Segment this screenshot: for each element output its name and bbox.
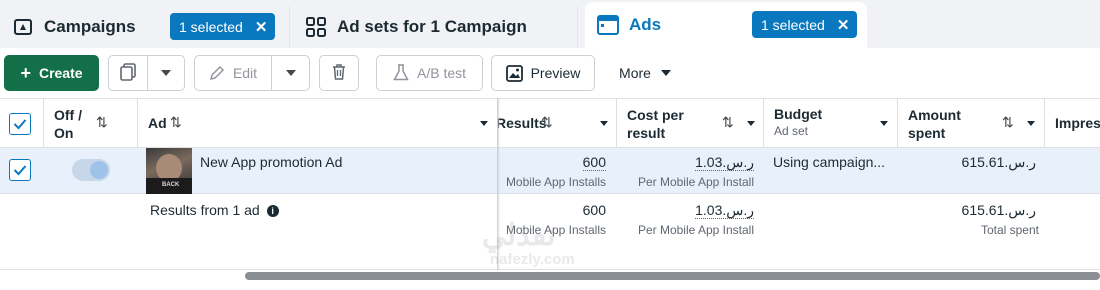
image-icon <box>505 64 523 82</box>
campaigns-selected-badge[interactable]: 1 selected ✕ <box>170 13 276 40</box>
summary-amount-label: Total spent <box>980 223 1039 237</box>
flask-icon <box>393 64 409 82</box>
watermark-arabic: نفذلي <box>482 219 556 252</box>
duplicate-dropdown-button[interactable] <box>147 55 185 91</box>
results-value: 600 <box>582 154 606 171</box>
edit-dropdown-button[interactable] <box>271 55 310 91</box>
sort-icon[interactable]: ⇅ <box>96 114 108 131</box>
edit-button[interactable]: Edit <box>194 55 272 91</box>
chevron-down-icon <box>161 70 171 76</box>
tab-adsets[interactable]: Ad sets for 1 Campaign <box>293 6 578 48</box>
cost-per-result-column-header[interactable]: Cost per result ⇅ <box>617 99 764 148</box>
horizontal-scrollbar[interactable] <box>245 272 1100 280</box>
tab-campaigns[interactable]: Campaigns 1 selected ✕ <box>0 6 290 48</box>
ad-window-icon <box>597 14 619 36</box>
budget-value: Using campaign... <box>773 154 886 170</box>
campaigns-selected-text: 1 selected <box>179 18 243 35</box>
ab-test-button[interactable]: A/B test <box>376 55 483 91</box>
duplicate-icon <box>119 62 137 84</box>
chevron-down-icon <box>285 70 296 76</box>
tab-ads-label: Ads <box>629 15 662 34</box>
clear-ads-selection-icon[interactable]: ✕ <box>837 16 850 34</box>
pencil-icon <box>209 65 225 81</box>
toolbar: + Create Edit A/B test Preview More <box>0 48 1100 98</box>
plus-icon: + <box>20 62 31 83</box>
ad-thumbnail[interactable]: BACK <box>146 148 192 194</box>
sort-icon[interactable]: ⇅ <box>1002 114 1014 131</box>
cost-per-result-value: ر.س.1.03 <box>695 154 754 171</box>
column-menu-icon[interactable] <box>747 121 755 126</box>
preview-label: Preview <box>530 65 581 81</box>
ad-header-label: Ad <box>148 115 167 131</box>
chevron-down-icon <box>660 70 671 76</box>
summary-cost-value: ر.س.1.03 <box>695 202 754 219</box>
sort-icon[interactable]: ⇅ <box>170 114 182 131</box>
select-all-cell <box>0 99 44 148</box>
budget-header-sub: Ad set <box>774 124 809 138</box>
ad-column-header[interactable]: Ad ⇅ <box>138 99 498 148</box>
watermark-url: nafezly.com <box>490 251 575 268</box>
sort-icon[interactable]: ⇅ <box>722 114 734 131</box>
impressions-column-header[interactable]: Impres <box>1045 99 1100 148</box>
duplicate-button[interactable] <box>108 55 148 91</box>
tab-ads[interactable]: Ads 1 selected ✕ <box>585 2 867 48</box>
amount-spent-column-header[interactable]: Amount spent ⇅ <box>898 99 1045 148</box>
info-icon[interactable]: i <box>266 205 279 218</box>
edit-label: Edit <box>232 65 258 81</box>
budget-header-label: Budget <box>774 106 823 122</box>
ad-on-off-toggle[interactable] <box>72 159 110 181</box>
summary-cost-type: Per Mobile App Install <box>637 223 754 237</box>
ab-test-label: A/B test <box>416 65 467 81</box>
create-button[interactable]: + Create <box>4 55 99 91</box>
summary-label-text: Results from 1 ad <box>150 202 260 218</box>
more-button[interactable]: More <box>604 55 686 91</box>
row-select-checkbox[interactable] <box>9 159 31 181</box>
checkmark-icon <box>13 165 27 176</box>
cost-per-result-header-label: Cost per result <box>627 107 684 141</box>
grid-icon <box>305 16 327 38</box>
more-label: More <box>619 65 651 81</box>
checkmark-icon <box>13 119 27 130</box>
preview-button[interactable]: Preview <box>491 55 595 91</box>
delete-button[interactable] <box>319 55 359 91</box>
column-menu-icon[interactable] <box>880 121 888 126</box>
off-on-column-header[interactable]: Off / On ⇅ <box>44 99 138 148</box>
results-header-label: Results <box>498 115 547 131</box>
create-label: Create <box>38 65 83 81</box>
tab-bar: Campaigns 1 selected ✕ Ad sets for 1 Cam… <box>0 0 1100 48</box>
amount-spent-header-label: Amount spent <box>908 107 961 141</box>
ad-name[interactable]: New App promotion Ad <box>200 154 342 170</box>
results-type: Mobile App Installs <box>505 175 606 189</box>
impressions-header-label: Impres <box>1055 115 1100 131</box>
tab-adsets-label: Ad sets for 1 Campaign <box>337 17 527 36</box>
results-column-header[interactable]: Results ⇅ <box>498 99 617 148</box>
table-header: Off / On ⇅ Ad ⇅ Results ⇅ Cost per resul… <box>0 98 1100 148</box>
select-all-checkbox[interactable] <box>9 113 31 135</box>
thumbnail-text: BACK <box>162 182 180 188</box>
summary-amount-spent: ر.س.615.61 <box>961 202 1036 218</box>
clear-campaigns-selection-icon[interactable]: ✕ <box>255 18 268 36</box>
cost-per-result-type: Per Mobile App Install <box>637 175 754 189</box>
ads-selected-text: 1 selected <box>761 16 825 33</box>
flag-icon <box>12 16 34 38</box>
summary-results-value: 600 <box>582 202 606 218</box>
column-menu-icon[interactable] <box>480 121 488 126</box>
tab-campaigns-label: Campaigns <box>44 17 136 36</box>
column-menu-icon[interactable] <box>1027 121 1035 126</box>
trash-icon <box>331 63 347 84</box>
ads-selected-badge[interactable]: 1 selected ✕ <box>752 11 858 38</box>
sort-icon[interactable]: ⇅ <box>541 114 553 131</box>
budget-column-header[interactable]: Budget Ad set <box>764 99 898 148</box>
column-menu-icon[interactable] <box>600 121 608 126</box>
amount-spent-value: ر.س.615.61 <box>961 154 1036 170</box>
off-on-header-label: Off / On <box>54 107 82 141</box>
summary-label: Results from 1 ad i <box>150 202 279 218</box>
